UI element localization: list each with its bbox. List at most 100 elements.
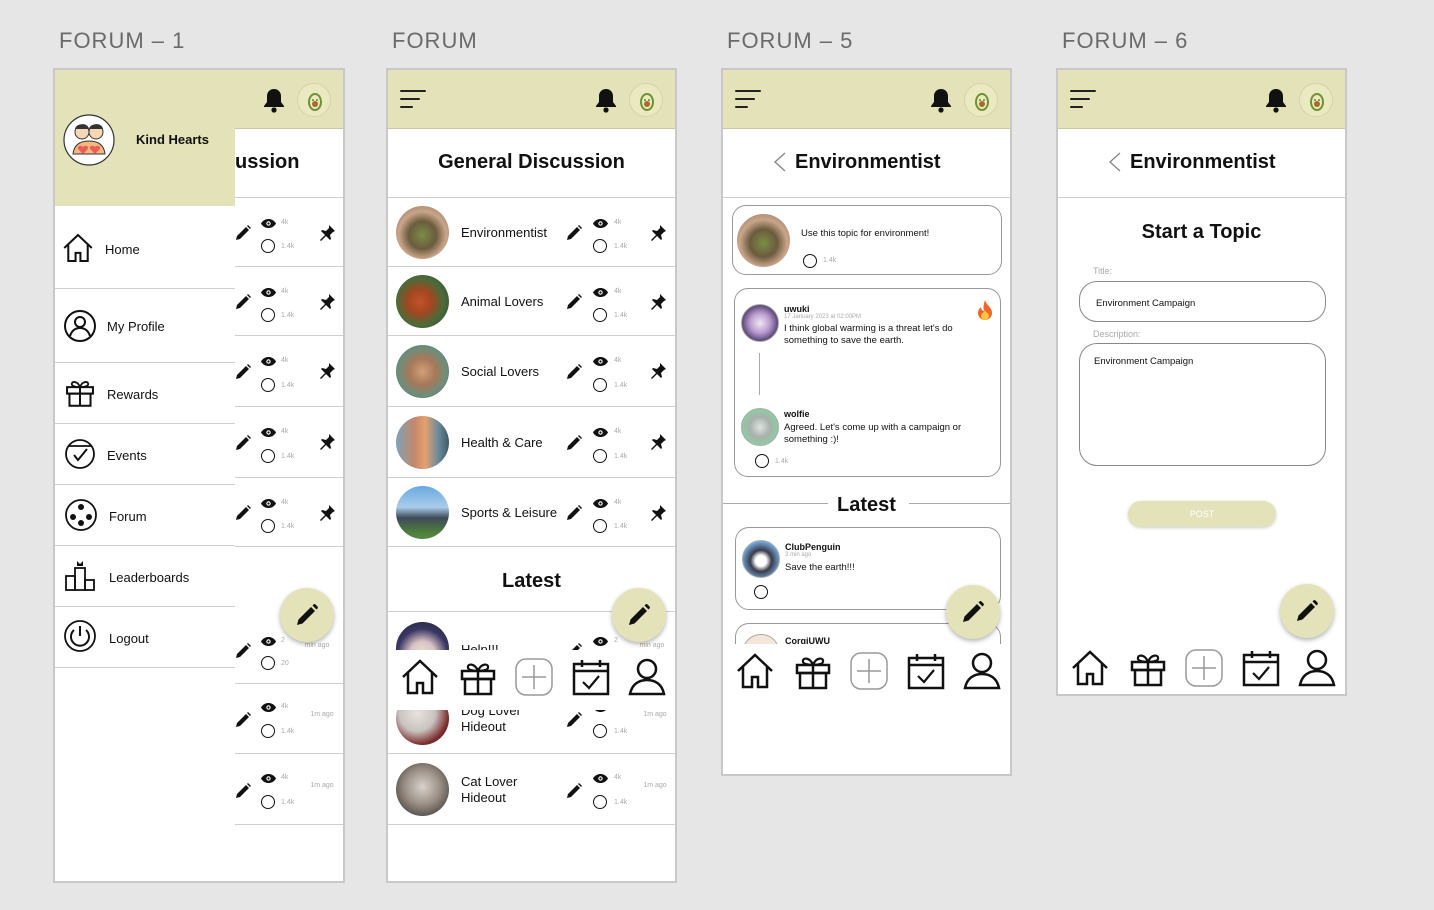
phone-forum-6: Environmentist Start a Topic Title: Envi…: [1056, 68, 1347, 696]
pencil-icon[interactable]: [234, 711, 252, 729]
add-icon[interactable]: [1183, 647, 1225, 689]
drawer-item-logout[interactable]: Logout: [55, 607, 235, 668]
comments-count: 1.4k: [281, 728, 295, 735]
add-icon[interactable]: [513, 656, 555, 698]
bottom-nav: [1058, 637, 1345, 694]
menu-icon[interactable]: [1070, 90, 1096, 108]
topic-row-environmentist[interactable]: Environmentist 4k 1.4k: [388, 198, 675, 267]
compose-fab[interactable]: [612, 588, 666, 642]
pin-icon[interactable]: [318, 504, 336, 522]
drawer-item-home[interactable]: Home: [55, 206, 235, 289]
pin-icon[interactable]: [649, 433, 667, 451]
pencil-icon[interactable]: [234, 782, 252, 800]
pencil-icon[interactable]: [565, 434, 583, 452]
pencil-icon[interactable]: [234, 224, 252, 242]
org-name: Kind Hearts: [136, 132, 209, 147]
home-icon[interactable]: [734, 650, 776, 692]
topic-row-sports-leisure[interactable]: Sports & Leisure 4k 1.4k: [388, 478, 675, 547]
drawer-item-rewards[interactable]: Rewards: [55, 363, 235, 424]
time-label: 1m ago: [643, 711, 667, 718]
page-title: General Discussion: [438, 151, 625, 173]
avocado-icon: [298, 84, 332, 118]
time-label: min ago: [304, 642, 330, 649]
add-icon[interactable]: [848, 650, 890, 692]
comment-icon: [261, 308, 275, 322]
profile-avatar-button[interactable]: [964, 83, 998, 117]
drawer-item-leaderboards[interactable]: Leaderboards: [55, 546, 235, 607]
pencil-icon[interactable]: [565, 293, 583, 311]
page-title: Environmentist: [795, 151, 941, 173]
user-icon[interactable]: [1296, 647, 1338, 689]
title-field[interactable]: Environment Campaign: [1079, 281, 1326, 322]
drawer-item-label: Rewards: [107, 387, 159, 402]
drawer-item-forum[interactable]: Forum: [55, 485, 235, 546]
bell-icon[interactable]: [929, 87, 953, 113]
comments-count: 1.4k: [281, 312, 295, 319]
profile-avatar-button[interactable]: [297, 83, 331, 117]
bell-icon[interactable]: [262, 87, 286, 113]
pin-icon[interactable]: [318, 362, 336, 380]
bell-icon[interactable]: [1264, 87, 1288, 113]
pencil-icon: [1295, 599, 1319, 623]
pencil-icon[interactable]: [234, 293, 252, 311]
drawer-item-events[interactable]: Events: [55, 424, 235, 485]
user-circle-icon: [64, 310, 96, 342]
pin-icon[interactable]: [318, 293, 336, 311]
comment-icon: [803, 254, 817, 268]
topic-row-social-lovers[interactable]: Social Lovers 4k 1.4k: [388, 336, 675, 407]
drawer-item-my-profile[interactable]: My Profile: [55, 289, 235, 363]
topic-card[interactable]: Use this topic for environment! 1.4k: [732, 205, 1002, 275]
views-count: 2: [281, 637, 285, 644]
home-icon[interactable]: [1069, 647, 1111, 689]
pencil-icon[interactable]: [565, 504, 583, 522]
compose-fab[interactable]: [1280, 584, 1334, 638]
pin-icon[interactable]: [318, 433, 336, 451]
pencil-icon[interactable]: [565, 782, 583, 800]
pencil-icon[interactable]: [565, 363, 583, 381]
topic-row-health-care[interactable]: Health & Care 4k 1.4k: [388, 407, 675, 478]
eye-icon: [592, 287, 609, 298]
pin-icon[interactable]: [649, 504, 667, 522]
phone-forum: General Discussion Environmentist 4k 1.4…: [386, 68, 677, 883]
pin-icon[interactable]: [318, 224, 336, 242]
pin-icon[interactable]: [649, 293, 667, 311]
gift-icon[interactable]: [792, 650, 834, 692]
profile-avatar-button[interactable]: [629, 83, 663, 117]
calendar-icon[interactable]: [1240, 647, 1282, 689]
home-icon: [61, 231, 95, 265]
pencil-icon[interactable]: [234, 434, 252, 452]
pencil-icon[interactable]: [565, 224, 583, 242]
user-icon[interactable]: [961, 650, 1003, 692]
user-icon[interactable]: [626, 656, 668, 698]
description-field[interactable]: Environment Campaign: [1079, 343, 1326, 466]
menu-icon[interactable]: [735, 90, 761, 108]
description-label: Description:: [1093, 329, 1141, 339]
views-count: 4k: [281, 703, 289, 710]
topic-description: Use this topic for environment!: [801, 228, 930, 239]
gift-icon[interactable]: [1127, 647, 1169, 689]
pencil-icon[interactable]: [565, 711, 583, 729]
bell-icon[interactable]: [594, 87, 618, 113]
back-chevron-icon[interactable]: [1108, 152, 1122, 172]
comment-icon: [261, 378, 275, 392]
calendar-icon[interactable]: [570, 656, 612, 698]
pin-icon[interactable]: [649, 224, 667, 242]
calendar-icon[interactable]: [905, 650, 947, 692]
comment-icon: [261, 519, 275, 533]
post-button[interactable]: POST: [1128, 501, 1276, 527]
home-icon[interactable]: [399, 656, 441, 698]
profile-avatar-button[interactable]: [1299, 83, 1333, 117]
topic-name: Social Lovers: [461, 364, 540, 379]
pencil-icon[interactable]: [234, 363, 252, 381]
pin-icon[interactable]: [649, 362, 667, 380]
topic-row-animal-lovers[interactable]: Animal Lovers 4k 1.4k: [388, 267, 675, 336]
gift-icon[interactable]: [457, 656, 499, 698]
pencil-icon[interactable]: [234, 504, 252, 522]
compose-fab[interactable]: [946, 585, 1000, 639]
thread-card[interactable]: uwuki 17 January 2023 at 02:00PM I think…: [734, 288, 1001, 477]
compose-fab[interactable]: [280, 588, 334, 642]
latest-row-cat-lover[interactable]: Cat Lover Hideout 4k 1.4k 1m ago: [388, 754, 675, 825]
pencil-icon[interactable]: [234, 642, 252, 660]
back-chevron-icon[interactable]: [773, 152, 787, 172]
menu-icon[interactable]: [400, 90, 426, 108]
